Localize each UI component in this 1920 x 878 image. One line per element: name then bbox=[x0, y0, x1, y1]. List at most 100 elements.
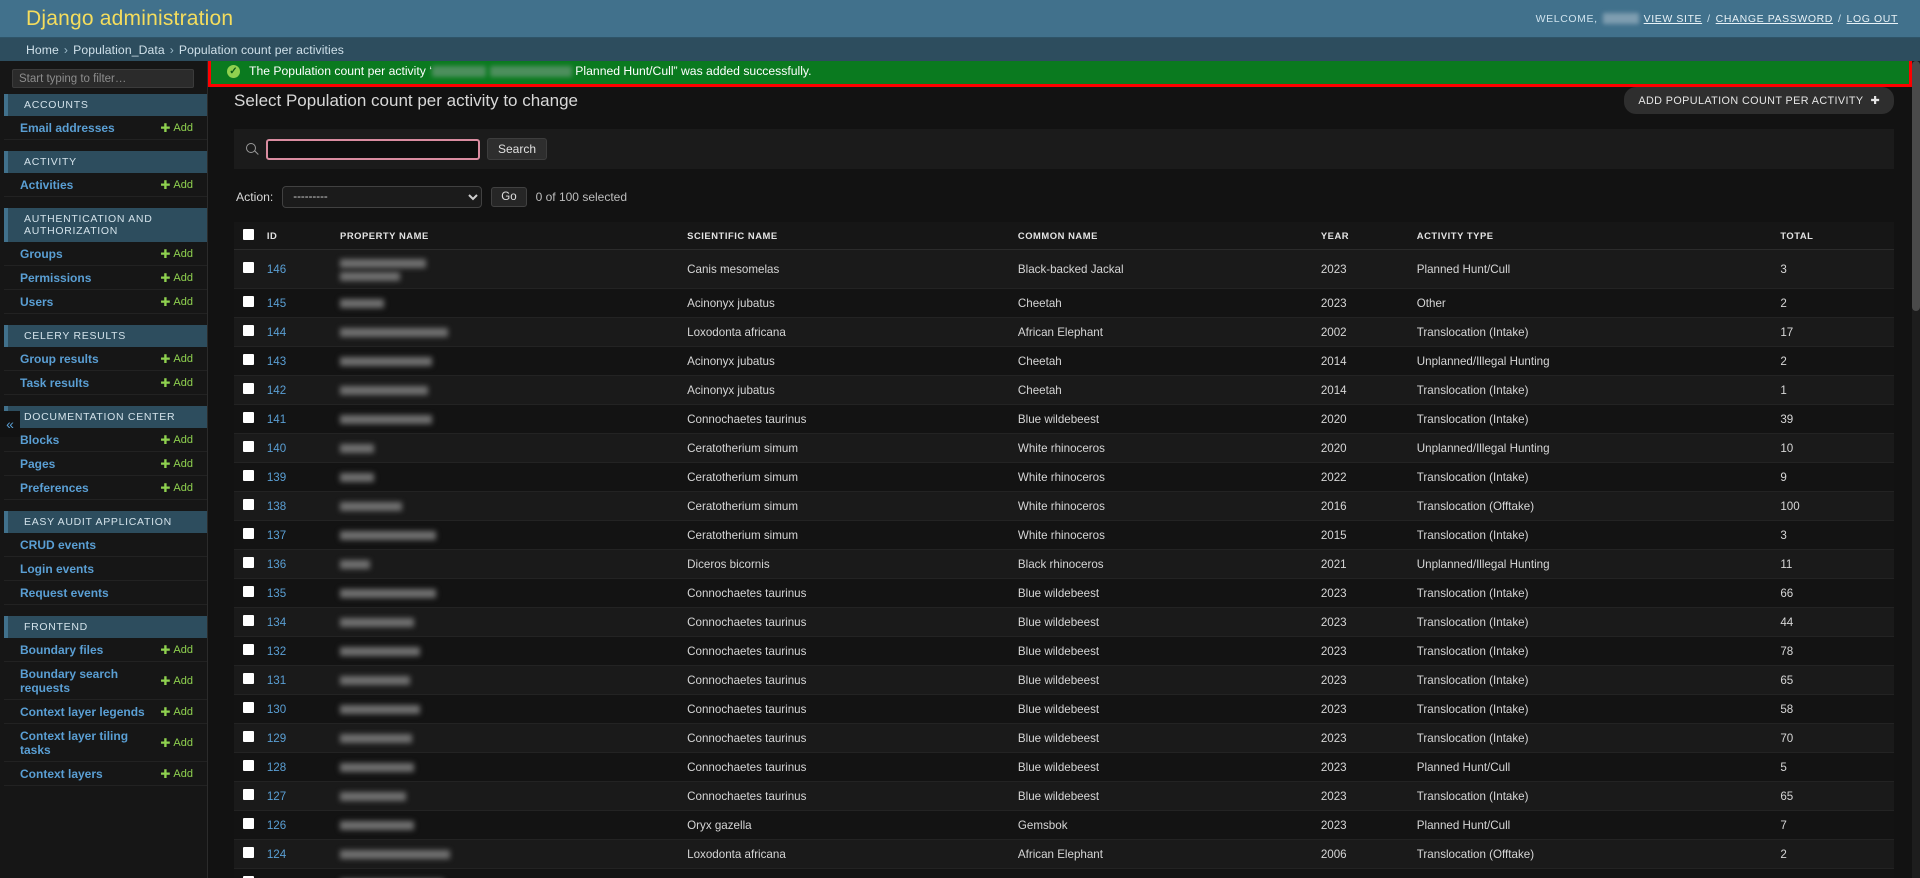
page-scrollbar[interactable] bbox=[1912, 61, 1920, 878]
row-checkbox[interactable] bbox=[243, 731, 254, 742]
row-select-cell[interactable] bbox=[234, 346, 267, 376]
table-row[interactable]: 134 Connochaetes taurinus Blue wildebeest 2… bbox=[234, 607, 1894, 637]
sidebar-add-link[interactable]: ✚ Add bbox=[160, 122, 193, 134]
table-row[interactable]: 130 Connochaetes taurinus Blue wildebeest 2… bbox=[234, 694, 1894, 724]
action-select[interactable]: --------- bbox=[282, 186, 483, 208]
column-header-year[interactable]: YEAR bbox=[1320, 222, 1417, 250]
sidebar-item-groups[interactable]: Groups ✚ Add bbox=[4, 242, 207, 266]
row-id-link[interactable]: 140 bbox=[267, 442, 286, 455]
sidebar-item-email-addresses[interactable]: Email addresses ✚ Add bbox=[4, 116, 207, 140]
row-select-cell[interactable] bbox=[234, 578, 267, 608]
sidebar-item-users[interactable]: Users ✚ Add bbox=[4, 290, 207, 314]
cell-id[interactable]: 129 bbox=[266, 723, 341, 753]
sidebar-item-label[interactable]: Request events bbox=[20, 586, 109, 600]
row-checkbox[interactable] bbox=[243, 262, 254, 273]
sidebar-item-label[interactable]: Permissions bbox=[20, 271, 91, 285]
row-select-cell[interactable] bbox=[234, 752, 267, 782]
row-id-link[interactable]: 127 bbox=[267, 790, 286, 803]
row-id-link[interactable]: 128 bbox=[267, 761, 286, 774]
row-checkbox[interactable] bbox=[243, 412, 254, 423]
sidebar-item-label[interactable]: Context layers bbox=[20, 767, 103, 781]
sidebar-item-label[interactable]: Activities bbox=[20, 178, 73, 192]
row-select-cell[interactable] bbox=[234, 520, 267, 550]
row-id-link[interactable]: 145 bbox=[267, 297, 286, 310]
sidebar-item-request-events[interactable]: Request events bbox=[4, 581, 207, 605]
row-select-cell[interactable] bbox=[234, 810, 267, 840]
row-select-cell[interactable] bbox=[234, 317, 267, 347]
sidebar-add-link[interactable]: ✚ Add bbox=[160, 706, 193, 718]
table-row[interactable]: 126 Oryx gazella Gemsbok 2023 Planned Hunt/C… bbox=[234, 810, 1894, 840]
log-out-link[interactable]: LOG OUT bbox=[1847, 13, 1898, 25]
sidebar-filter-input[interactable] bbox=[12, 69, 194, 88]
table-row[interactable]: 124 Loxodonta africana African Elephant 200… bbox=[234, 839, 1894, 869]
sidebar-add-link[interactable]: ✚ Add bbox=[160, 458, 193, 470]
sidebar-add-link[interactable]: ✚ Add bbox=[160, 272, 193, 284]
sidebar-item-context-layer-tiling-tasks[interactable]: Context layer tiling tasks ✚ Add bbox=[4, 724, 207, 762]
table-row[interactable]: 144 Loxodonta africana African Elephant 200… bbox=[234, 317, 1894, 347]
sidebar-item-preferences[interactable]: Preferences ✚ Add bbox=[4, 476, 207, 500]
table-row[interactable]: 137 Ceratotherium simum White rhinoceros 20… bbox=[234, 520, 1894, 550]
sidebar-item-crud-events[interactable]: CRUD events bbox=[4, 533, 207, 557]
column-header-activity-type[interactable]: ACTIVITY TYPE bbox=[1416, 222, 1781, 250]
sidebar-item-permissions[interactable]: Permissions ✚ Add bbox=[4, 266, 207, 290]
row-id-link[interactable]: 141 bbox=[267, 413, 286, 426]
sidebar-item-label[interactable]: Login events bbox=[20, 562, 94, 576]
row-checkbox[interactable] bbox=[243, 557, 254, 568]
column-header-total[interactable]: TOTAL bbox=[1780, 222, 1894, 250]
row-checkbox[interactable] bbox=[243, 383, 254, 394]
cell-id[interactable]: 132 bbox=[266, 636, 341, 666]
table-row[interactable]: 127 Connochaetes taurinus Blue wildebeest 2… bbox=[234, 781, 1894, 811]
sidebar-item-label[interactable]: Task results bbox=[20, 376, 89, 390]
table-row[interactable]: 140 Ceratotherium simum White rhinoceros 20… bbox=[234, 433, 1894, 463]
cell-id[interactable]: 141 bbox=[266, 404, 341, 434]
select-all-checkbox[interactable] bbox=[243, 229, 254, 240]
row-select-cell[interactable] bbox=[234, 249, 267, 289]
row-checkbox[interactable] bbox=[243, 673, 254, 684]
row-select-cell[interactable] bbox=[234, 839, 267, 869]
action-go-button[interactable]: Go bbox=[491, 187, 527, 207]
sidebar-item-group-results[interactable]: Group results ✚ Add bbox=[4, 347, 207, 371]
row-checkbox[interactable] bbox=[243, 847, 254, 858]
table-row[interactable]: 138 Ceratotherium simum White rhinoceros 20… bbox=[234, 491, 1894, 521]
cell-id[interactable]: 128 bbox=[266, 752, 341, 782]
row-id-link[interactable]: 135 bbox=[267, 587, 286, 600]
sidebar-add-link[interactable]: ✚ Add bbox=[160, 675, 193, 687]
add-population-count-per-activity-button[interactable]: ADD POPULATION COUNT PER ACTIVITY ✚ bbox=[1624, 87, 1894, 114]
row-select-cell[interactable] bbox=[234, 491, 267, 521]
row-select-cell[interactable] bbox=[234, 462, 267, 492]
sidebar-add-link[interactable]: ✚ Add bbox=[160, 296, 193, 308]
sidebar-add-link[interactable]: ✚ Add bbox=[160, 644, 193, 656]
sidebar-add-link[interactable]: ✚ Add bbox=[160, 482, 193, 494]
row-checkbox[interactable] bbox=[243, 789, 254, 800]
row-id-link[interactable]: 137 bbox=[267, 529, 286, 542]
table-row[interactable]: 129 Connochaetes taurinus Blue wildebeest 2… bbox=[234, 723, 1894, 753]
sidebar-item-label[interactable]: Context layer tiling tasks bbox=[20, 729, 160, 757]
cell-id[interactable]: 126 bbox=[266, 810, 341, 840]
sidebar-collapse-toggle[interactable]: « bbox=[0, 411, 20, 437]
cell-id[interactable]: 144 bbox=[266, 317, 341, 347]
sidebar-item-label[interactable]: CRUD events bbox=[20, 538, 96, 552]
table-row[interactable]: 143 Acinonyx jubatus Cheetah 2014 Unplanned/… bbox=[234, 346, 1894, 376]
cell-id[interactable]: 123 bbox=[266, 868, 341, 878]
table-row[interactable]: 139 Ceratotherium simum White rhinoceros 20… bbox=[234, 462, 1894, 492]
row-checkbox[interactable] bbox=[243, 354, 254, 365]
sidebar-item-boundary-search-requests[interactable]: Boundary search requests ✚ Add bbox=[4, 662, 207, 700]
cell-id[interactable]: 146 bbox=[266, 249, 341, 289]
column-header-scientific-name[interactable]: SCIENTIFIC NAME bbox=[687, 222, 1018, 250]
row-checkbox[interactable] bbox=[243, 586, 254, 597]
sidebar-item-task-results[interactable]: Task results ✚ Add bbox=[4, 371, 207, 395]
row-id-link[interactable]: 130 bbox=[267, 703, 286, 716]
sidebar-add-link[interactable]: ✚ Add bbox=[160, 248, 193, 260]
row-checkbox[interactable] bbox=[243, 818, 254, 829]
table-row[interactable]: 132 Connochaetes taurinus Blue wildebeest 2… bbox=[234, 636, 1894, 666]
column-header-common-name[interactable]: COMMON NAME bbox=[1017, 222, 1321, 250]
cell-id[interactable]: 142 bbox=[266, 375, 341, 405]
cell-id[interactable]: 139 bbox=[266, 462, 341, 492]
row-select-cell[interactable] bbox=[234, 549, 267, 579]
table-row[interactable]: 135 Connochaetes taurinus Blue wildebeest 2… bbox=[234, 578, 1894, 608]
cell-id[interactable]: 134 bbox=[266, 607, 341, 637]
row-select-cell[interactable] bbox=[234, 607, 267, 637]
row-select-cell[interactable] bbox=[234, 288, 267, 318]
sidebar-add-link[interactable]: ✚ Add bbox=[160, 737, 193, 749]
sidebar-add-link[interactable]: ✚ Add bbox=[160, 434, 193, 446]
